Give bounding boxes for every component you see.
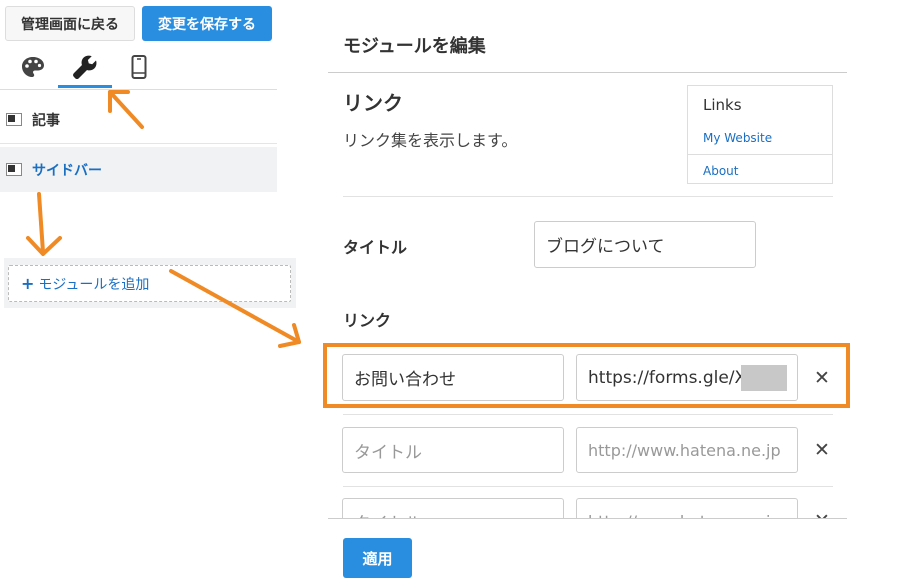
annotation-arrows (26, 90, 301, 348)
arrow-to-wrench-tab (108, 90, 144, 129)
arrow-to-link-row (169, 269, 301, 348)
arrow-down (26, 192, 62, 256)
